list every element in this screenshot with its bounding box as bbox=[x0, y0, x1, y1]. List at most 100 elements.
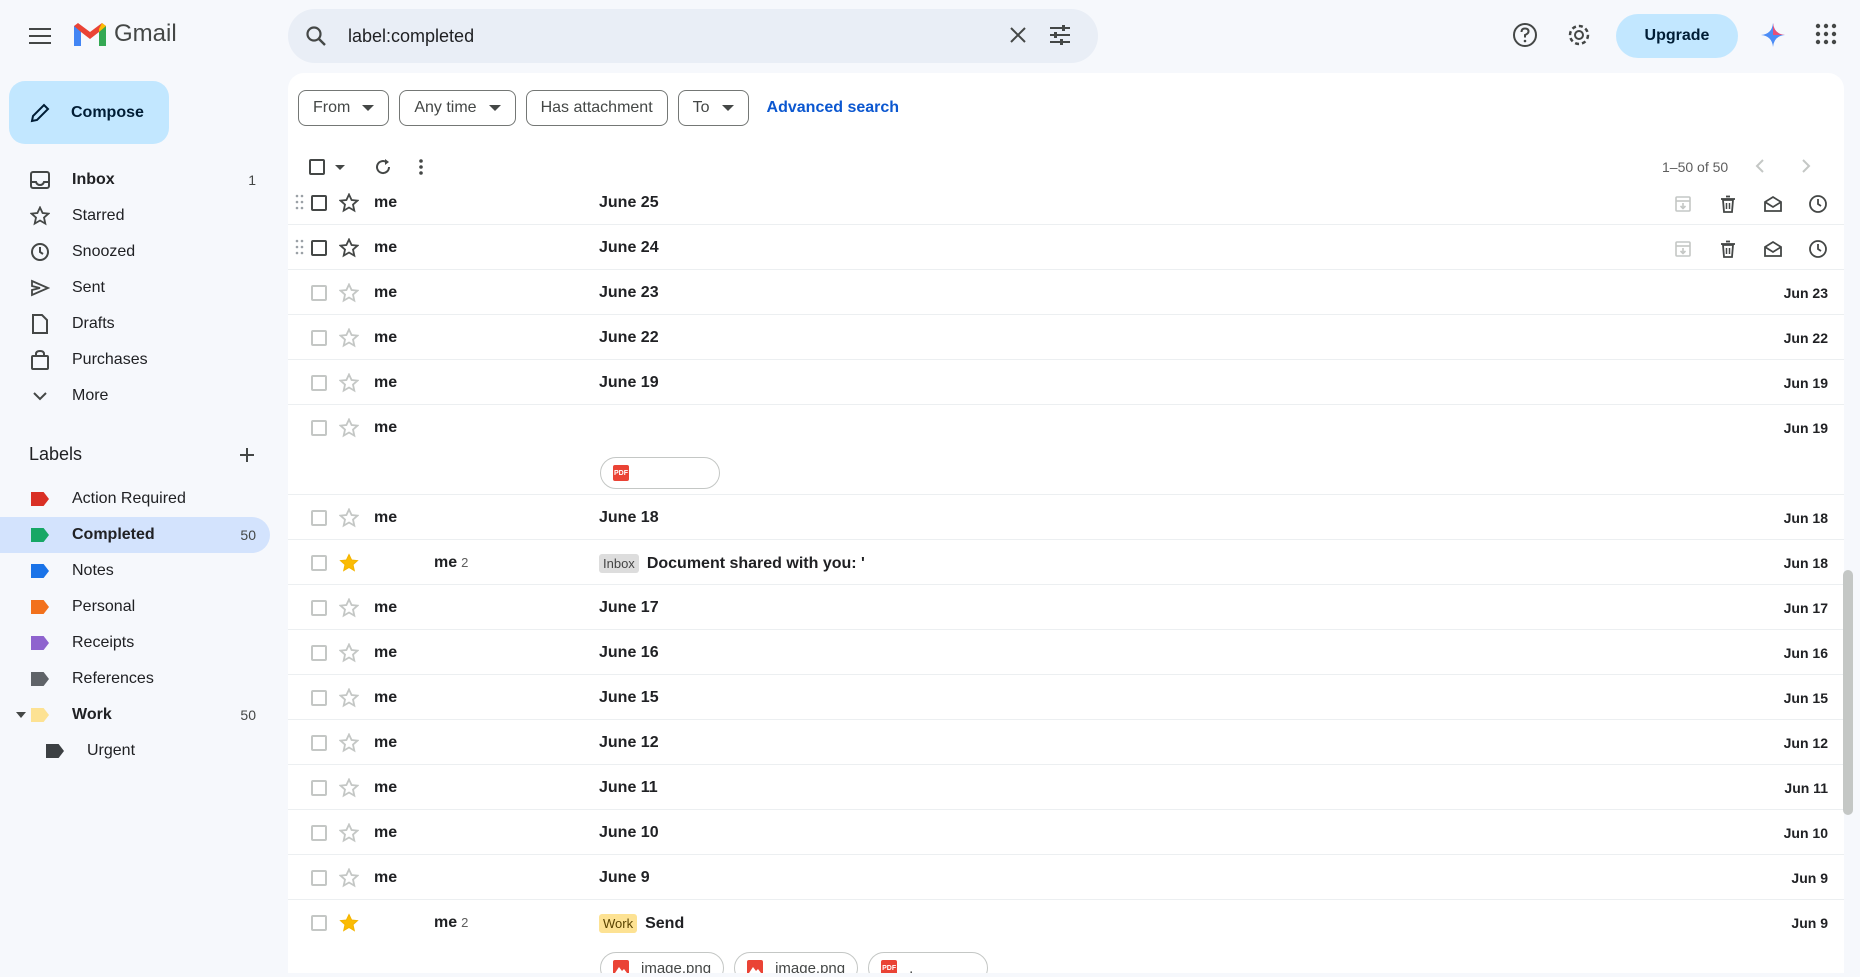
star-icon[interactable] bbox=[338, 597, 360, 623]
star-icon[interactable] bbox=[338, 282, 360, 308]
attachment-chip[interactable]: image.png bbox=[734, 952, 859, 973]
search-bar[interactable] bbox=[288, 9, 1098, 63]
sidebar-item-starred[interactable]: Starred bbox=[0, 198, 270, 234]
email-row[interactable]: me June 24 bbox=[288, 225, 1844, 270]
email-row[interactable]: me 2 Inbox Document shared with you: ' Jun 1… bbox=[288, 540, 1844, 585]
email-row[interactable]: me June 17 Jun 17 bbox=[288, 585, 1844, 630]
archive-icon[interactable] bbox=[1671, 192, 1695, 216]
row-checkbox[interactable] bbox=[311, 915, 327, 931]
snooze-clock-icon[interactable] bbox=[1806, 192, 1830, 216]
sidebar-item-drafts[interactable]: Drafts bbox=[0, 306, 270, 342]
star-icon[interactable] bbox=[338, 372, 360, 398]
compose-button[interactable]: Compose bbox=[9, 81, 169, 144]
mark-read-envelope-icon[interactable] bbox=[1761, 237, 1785, 261]
sidebar-item-purchases[interactable]: Purchases bbox=[0, 342, 270, 378]
row-checkbox[interactable] bbox=[311, 645, 327, 661]
label-action-required[interactable]: Action Required bbox=[0, 481, 270, 517]
upgrade-button[interactable]: Upgrade bbox=[1616, 14, 1738, 58]
email-row[interactable]: me Jun 19 PDF bbox=[288, 405, 1844, 495]
filter-from-chip[interactable]: From bbox=[298, 90, 390, 126]
email-row[interactable]: me June 19 Jun 19 bbox=[288, 360, 1844, 405]
star-icon[interactable] bbox=[338, 732, 360, 758]
create-label-plus-icon[interactable] bbox=[238, 446, 256, 469]
star-icon[interactable] bbox=[338, 417, 360, 443]
delete-trash-icon[interactable] bbox=[1716, 237, 1740, 261]
email-row[interactable]: me June 12 Jun 12 bbox=[288, 720, 1844, 765]
label-personal[interactable]: Personal bbox=[0, 589, 270, 625]
row-checkbox[interactable] bbox=[311, 735, 327, 751]
star-icon[interactable] bbox=[338, 642, 360, 668]
settings-gear-icon[interactable] bbox=[1566, 22, 1592, 53]
search-icon[interactable] bbox=[304, 24, 328, 53]
advanced-search-link[interactable]: Advanced search bbox=[767, 99, 900, 117]
email-row[interactable]: me June 22 Jun 22 bbox=[288, 315, 1844, 360]
attachment-chip[interactable]: PDF bbox=[600, 457, 720, 489]
filter-to-chip[interactable]: To bbox=[677, 90, 749, 126]
mark-read-envelope-icon[interactable] bbox=[1761, 192, 1785, 216]
row-checkbox[interactable] bbox=[311, 330, 327, 346]
drag-handle-icon[interactable] bbox=[295, 239, 305, 260]
attachment-chip[interactable]: image.png bbox=[600, 952, 725, 973]
label-work[interactable]: Work 50 bbox=[0, 697, 270, 733]
main-menu-button[interactable] bbox=[22, 18, 58, 54]
row-checkbox[interactable] bbox=[311, 870, 327, 886]
help-icon[interactable] bbox=[1512, 22, 1538, 53]
star-icon[interactable] bbox=[338, 687, 360, 713]
email-row[interactable]: me June 18 Jun 18 bbox=[288, 495, 1844, 540]
row-checkbox[interactable] bbox=[311, 195, 327, 211]
row-checkbox[interactable] bbox=[311, 285, 327, 301]
star-icon[interactable] bbox=[338, 777, 360, 803]
apps-grid-icon[interactable] bbox=[1814, 22, 1838, 51]
chevron-left-icon[interactable] bbox=[1754, 158, 1766, 179]
attachment-chip[interactable]: PDF. bbox=[868, 952, 989, 973]
star-icon[interactable] bbox=[338, 327, 360, 353]
email-row[interactable]: me June 23 Jun 23 bbox=[288, 270, 1844, 315]
label-notes[interactable]: Notes bbox=[0, 553, 270, 589]
snooze-clock-icon[interactable] bbox=[1806, 237, 1830, 261]
search-options-icon[interactable] bbox=[1048, 23, 1072, 52]
star-filled-icon[interactable] bbox=[339, 553, 359, 578]
scrollbar[interactable] bbox=[1843, 570, 1853, 815]
label-receipts[interactable]: Receipts bbox=[0, 625, 270, 661]
select-options-caret-icon[interactable] bbox=[335, 165, 345, 170]
star-filled-icon[interactable] bbox=[339, 913, 359, 938]
filter-has-attachment-chip[interactable]: Has attachment bbox=[525, 90, 668, 126]
search-input[interactable] bbox=[348, 21, 948, 51]
row-checkbox[interactable] bbox=[311, 780, 327, 796]
email-row[interactable]: me June 16 Jun 16 bbox=[288, 630, 1844, 675]
chevron-right-icon[interactable] bbox=[1800, 158, 1812, 179]
row-checkbox[interactable] bbox=[311, 690, 327, 706]
email-row[interactable]: me June 10 Jun 10 bbox=[288, 810, 1844, 855]
email-row[interactable]: me June 25 bbox=[288, 180, 1844, 225]
drag-handle-icon[interactable] bbox=[295, 194, 305, 215]
label-urgent[interactable]: Urgent bbox=[0, 733, 270, 769]
sidebar-item-inbox[interactable]: Inbox 1 bbox=[0, 162, 270, 198]
more-options-icon[interactable] bbox=[418, 158, 424, 181]
email-row[interactable]: me June 11 Jun 11 bbox=[288, 765, 1844, 810]
sidebar-item-more[interactable]: More bbox=[0, 378, 270, 414]
filter-any-time-chip[interactable]: Any time bbox=[399, 90, 516, 126]
row-checkbox[interactable] bbox=[311, 600, 327, 616]
archive-icon[interactable] bbox=[1671, 237, 1695, 261]
email-row[interactable]: me June 9 Jun 9 bbox=[288, 855, 1844, 900]
label-completed[interactable]: Completed 50 bbox=[0, 517, 270, 553]
star-icon[interactable] bbox=[338, 507, 360, 533]
star-icon[interactable] bbox=[338, 237, 360, 263]
gemini-icon[interactable] bbox=[1760, 22, 1786, 53]
row-checkbox[interactable] bbox=[311, 510, 327, 526]
clear-search-icon[interactable] bbox=[1006, 23, 1030, 52]
row-checkbox[interactable] bbox=[311, 555, 327, 571]
label-references[interactable]: References bbox=[0, 661, 270, 697]
gmail-logo[interactable]: Gmail bbox=[72, 20, 177, 48]
row-checkbox[interactable] bbox=[311, 375, 327, 391]
sidebar-item-snoozed[interactable]: Snoozed bbox=[0, 234, 270, 270]
delete-trash-icon[interactable] bbox=[1716, 192, 1740, 216]
email-row[interactable]: me June 15 Jun 15 bbox=[288, 675, 1844, 720]
refresh-icon[interactable] bbox=[374, 158, 392, 181]
star-icon[interactable] bbox=[338, 822, 360, 848]
email-row[interactable]: me 2 Work Send Jun 9 image.png image.png PDF. bbox=[288, 900, 1844, 973]
expand-caret-icon[interactable] bbox=[16, 712, 26, 718]
select-all-checkbox[interactable] bbox=[309, 159, 325, 175]
row-checkbox[interactable] bbox=[311, 825, 327, 841]
star-icon[interactable] bbox=[338, 192, 360, 218]
